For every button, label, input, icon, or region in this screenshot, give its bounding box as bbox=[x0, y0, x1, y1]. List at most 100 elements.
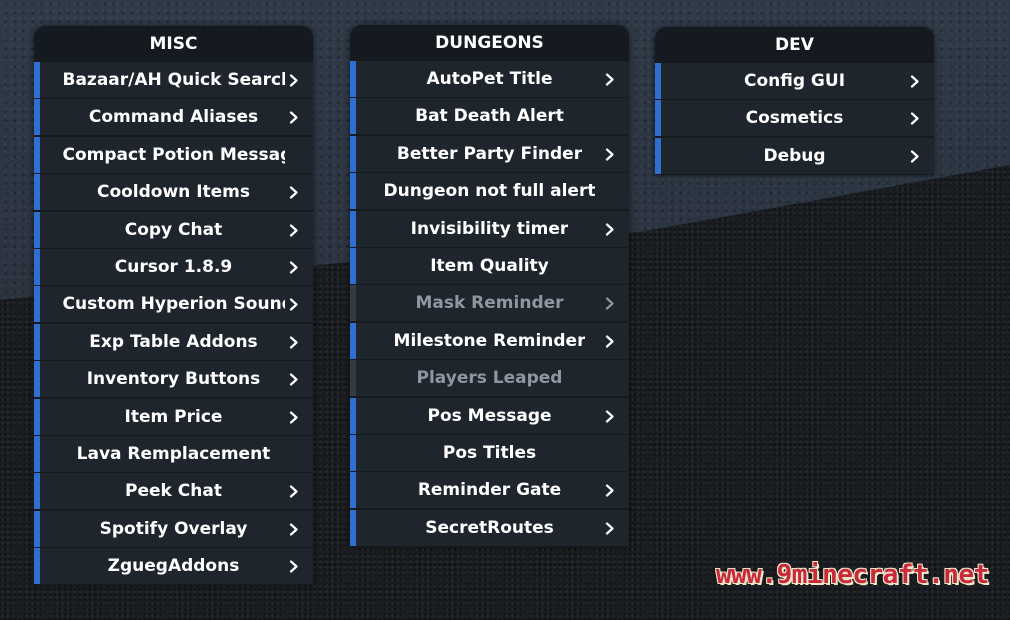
item-label: Inventory Buttons bbox=[86, 369, 261, 390]
dungeons-item-dungeon-not-full-alert[interactable]: Dungeon not full alert bbox=[350, 173, 629, 210]
item-label: Exp Table Addons bbox=[89, 331, 258, 352]
item-label: Bat Death Alert bbox=[415, 106, 564, 127]
chevron-right-icon[interactable] bbox=[605, 323, 617, 359]
enabled-indicator bbox=[350, 472, 356, 509]
item-label: Pos Message bbox=[427, 405, 552, 426]
item-label: Milestone Reminder bbox=[393, 330, 586, 351]
misc-item-cursor-1-8-9[interactable]: Cursor 1.8.9 bbox=[34, 248, 313, 285]
enabled-indicator bbox=[350, 247, 356, 284]
chevron-right-icon[interactable] bbox=[289, 511, 301, 547]
enabled-indicator bbox=[350, 210, 356, 247]
enabled-indicator bbox=[350, 135, 356, 172]
chevron-right-icon[interactable] bbox=[910, 138, 922, 174]
chevron-right-icon[interactable] bbox=[289, 174, 301, 210]
enabled-indicator bbox=[34, 398, 40, 435]
enabled-indicator bbox=[34, 361, 40, 398]
watermark: www.9minecraft.net bbox=[716, 560, 989, 590]
chevron-right-icon[interactable] bbox=[289, 99, 301, 135]
misc-item-lava-remplacement[interactable]: Lava Remplacement bbox=[34, 435, 313, 472]
misc-item-custom-hyperion-sound[interactable]: Custom Hyperion Sound bbox=[34, 286, 313, 323]
dungeons-panel-title[interactable]: DUNGEONS bbox=[350, 25, 629, 61]
dungeons-item-mask-reminder[interactable]: Mask Reminder bbox=[350, 285, 629, 322]
item-label: Debug bbox=[763, 145, 826, 166]
item-label: Cooldown Items bbox=[96, 182, 251, 203]
item-label: Reminder Gate bbox=[417, 480, 562, 501]
enabled-indicator bbox=[350, 397, 356, 434]
chevron-right-icon[interactable] bbox=[605, 510, 617, 546]
dungeons-item-better-party-finder[interactable]: Better Party Finder bbox=[350, 135, 629, 172]
chevron-right-icon[interactable] bbox=[289, 324, 301, 360]
dungeons-item-item-quality[interactable]: Item Quality bbox=[350, 247, 629, 284]
chevron-right-icon[interactable] bbox=[289, 249, 301, 285]
disabled-indicator bbox=[350, 285, 356, 322]
misc-item-spotify-overlay[interactable]: Spotify Overlay bbox=[34, 510, 313, 547]
enabled-indicator bbox=[34, 323, 40, 360]
chevron-right-icon[interactable] bbox=[605, 398, 617, 434]
misc-item-list: Bazaar/AH Quick Search Command Aliases Com… bbox=[34, 62, 313, 585]
chevron-right-icon[interactable] bbox=[289, 361, 301, 397]
dungeons-item-invisibility-timer[interactable]: Invisibility timer bbox=[350, 210, 629, 247]
item-label: Players Leaped bbox=[416, 368, 563, 389]
enabled-indicator bbox=[34, 473, 40, 510]
chevron-right-icon[interactable] bbox=[910, 63, 922, 99]
enabled-indicator bbox=[34, 286, 40, 323]
enabled-indicator bbox=[350, 61, 356, 97]
dev-item-debug[interactable]: Debug bbox=[655, 137, 934, 174]
chevron-right-icon[interactable] bbox=[289, 399, 301, 435]
item-label: Item Price bbox=[124, 406, 223, 427]
dungeons-item-pos-message[interactable]: Pos Message bbox=[350, 397, 629, 434]
dungeons-item-pos-titles[interactable]: Pos Titles bbox=[350, 434, 629, 471]
item-label: AutoPet Title bbox=[426, 69, 553, 89]
enabled-indicator bbox=[34, 99, 40, 136]
chevron-right-icon[interactable] bbox=[605, 211, 617, 247]
enabled-indicator bbox=[34, 62, 40, 98]
item-label: Better Party Finder bbox=[396, 143, 583, 164]
misc-item-cooldown-items[interactable]: Cooldown Items bbox=[34, 174, 313, 211]
chevron-right-icon[interactable] bbox=[289, 473, 301, 509]
dungeons-item-players-leaped[interactable]: Players Leaped bbox=[350, 360, 629, 397]
dungeons-item-milestone-reminder[interactable]: Milestone Reminder bbox=[350, 322, 629, 359]
misc-item-bazaar-ah-quick-search[interactable]: Bazaar/AH Quick Search bbox=[34, 62, 313, 98]
chevron-right-icon[interactable] bbox=[605, 472, 617, 508]
enabled-indicator bbox=[655, 63, 661, 99]
dungeons-item-list: AutoPet Title Bat Death Alert Better Party… bbox=[350, 61, 629, 546]
misc-item-copy-chat[interactable]: Copy Chat bbox=[34, 211, 313, 248]
item-label: Copy Chat bbox=[124, 219, 223, 240]
item-label: Cursor 1.8.9 bbox=[114, 256, 233, 277]
misc-item-peek-chat[interactable]: Peek Chat bbox=[34, 473, 313, 510]
chevron-right-icon[interactable] bbox=[289, 548, 301, 584]
dungeons-item-autopet-title[interactable]: AutoPet Title bbox=[350, 61, 629, 97]
dungeons-item-reminder-gate[interactable]: Reminder Gate bbox=[350, 472, 629, 509]
item-label: Pos Titles bbox=[442, 442, 537, 463]
chevron-right-icon[interactable] bbox=[605, 136, 617, 172]
item-label: Bazaar/AH Quick Search bbox=[62, 70, 285, 90]
item-label: Config GUI bbox=[743, 71, 846, 91]
chevron-right-icon[interactable] bbox=[605, 285, 617, 321]
dev-panel-title[interactable]: DEV bbox=[655, 27, 934, 63]
enabled-indicator bbox=[350, 434, 356, 471]
dungeons-item-secretroutes[interactable]: SecretRoutes bbox=[350, 509, 629, 546]
chevron-right-icon[interactable] bbox=[289, 212, 301, 248]
chevron-right-icon[interactable] bbox=[605, 61, 617, 97]
chevron-right-icon[interactable] bbox=[289, 286, 301, 322]
enabled-indicator bbox=[655, 100, 661, 137]
misc-panel-title[interactable]: MISC bbox=[34, 26, 313, 62]
item-label: Spotify Overlay bbox=[99, 518, 248, 539]
item-label: Peek Chat bbox=[125, 481, 222, 502]
enabled-indicator bbox=[350, 509, 356, 546]
misc-item-zguegaddons[interactable]: ZguegAddons bbox=[34, 548, 313, 585]
chevron-right-icon[interactable] bbox=[289, 62, 301, 98]
misc-item-exp-table-addons[interactable]: Exp Table Addons bbox=[34, 323, 313, 360]
dungeons-item-bat-death-alert[interactable]: Bat Death Alert bbox=[350, 98, 629, 135]
chevron-right-icon[interactable] bbox=[910, 100, 922, 136]
misc-item-item-price[interactable]: Item Price bbox=[34, 398, 313, 435]
misc-item-compact-potion-message[interactable]: Compact Potion Message bbox=[34, 136, 313, 173]
enabled-indicator bbox=[34, 510, 40, 547]
enabled-indicator bbox=[34, 435, 40, 472]
enabled-indicator bbox=[350, 322, 356, 359]
misc-item-command-aliases[interactable]: Command Aliases bbox=[34, 99, 313, 136]
dev-item-cosmetics[interactable]: Cosmetics bbox=[655, 100, 934, 137]
dev-item-config-gui[interactable]: Config GUI bbox=[655, 63, 934, 99]
misc-item-inventory-buttons[interactable]: Inventory Buttons bbox=[34, 361, 313, 398]
item-label: Command Aliases bbox=[88, 107, 259, 128]
